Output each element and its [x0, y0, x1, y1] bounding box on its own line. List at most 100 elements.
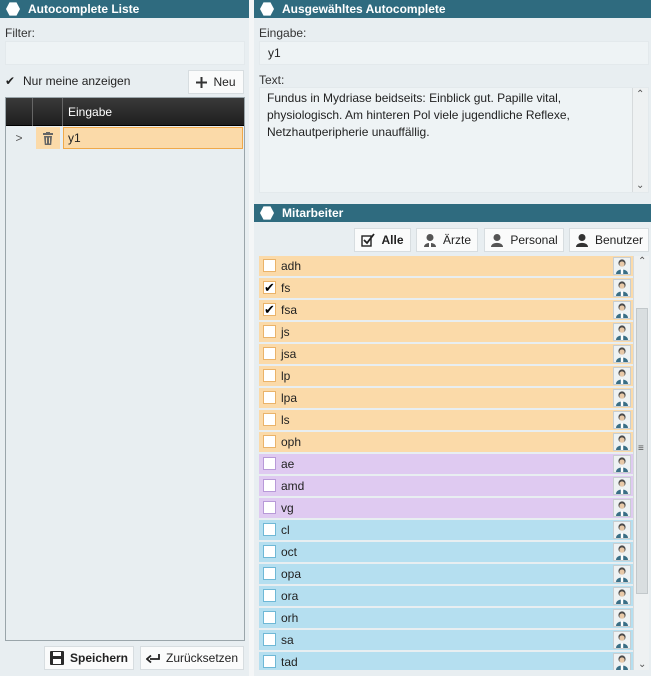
staff-checkbox[interactable]: ✔: [263, 303, 276, 316]
staff-checkbox[interactable]: [263, 479, 276, 492]
staff-avatar-icon: [613, 653, 631, 670]
filter-input[interactable]: [5, 41, 245, 65]
staff-name: adh: [281, 259, 302, 273]
staff-avatar-icon: [613, 301, 631, 319]
staff-checkbox[interactable]: [263, 325, 276, 338]
staff-checkbox[interactable]: [263, 611, 276, 624]
staff-row[interactable]: sa: [259, 630, 633, 650]
input-field[interactable]: y1: [259, 41, 649, 65]
staff-avatar-icon: [613, 389, 631, 407]
staff-row[interactable]: orh: [259, 608, 633, 628]
chevron-up-icon[interactable]: ⌃: [636, 89, 644, 100]
staff-checkbox[interactable]: [263, 259, 276, 272]
staff-row[interactable]: opa: [259, 564, 633, 584]
filter-doctors-label: Ärzte: [442, 233, 471, 247]
panel-divider[interactable]: [249, 0, 254, 676]
grid-column-eingabe[interactable]: Eingabe: [68, 105, 112, 119]
staff-list: adh ✔ fs ✔ fsa js jsa lp lpa ls oph ae amd vg cl oct opa…: [259, 256, 633, 670]
staff-row[interactable]: ls: [259, 410, 633, 430]
staff-checkbox[interactable]: [263, 589, 276, 602]
staff-avatar-icon: [613, 411, 631, 429]
filter-personnel-button[interactable]: Personal: [484, 228, 564, 252]
staff-row[interactable]: tad: [259, 652, 633, 670]
staff-row[interactable]: vg: [259, 498, 633, 518]
autocomplete-grid: Eingabe > y1: [5, 97, 245, 641]
only-mine-label: Nur meine anzeigen: [23, 74, 131, 88]
staff-checkbox[interactable]: [263, 413, 276, 426]
staff-row[interactable]: ✔ fsa: [259, 300, 633, 320]
staff-title: Mitarbeiter: [282, 206, 344, 220]
grid-header: Eingabe: [6, 98, 244, 126]
staff-row[interactable]: oct: [259, 542, 633, 562]
autocomplete-list-title: Autocomplete Liste: [28, 2, 140, 16]
filter-all-button[interactable]: Alle: [354, 228, 411, 252]
staff-avatar-icon: [613, 433, 631, 451]
staff-scrollbar[interactable]: ⌃ ≡ ⌄: [633, 256, 649, 670]
staff-avatar-icon: [613, 609, 631, 627]
staff-avatar-icon: [613, 323, 631, 341]
staff-name: ora: [281, 589, 299, 603]
staff-name: lp: [281, 369, 291, 383]
text-scrollbar[interactable]: ⌃ ⌄: [632, 88, 648, 192]
staff-row[interactable]: js: [259, 322, 633, 342]
delete-icon[interactable]: [36, 127, 60, 149]
staff-checkbox[interactable]: [263, 457, 276, 470]
table-row[interactable]: > y1: [6, 127, 244, 149]
staff-checkbox[interactable]: [263, 523, 276, 536]
staff-row[interactable]: ✔ fs: [259, 278, 633, 298]
staff-row[interactable]: ae: [259, 454, 633, 474]
staff-checkbox[interactable]: [263, 391, 276, 404]
filter-label: Filter:: [5, 26, 35, 40]
filter-users-button[interactable]: Benutzer: [569, 228, 649, 252]
reset-button-label: Zurücksetzen: [165, 651, 239, 665]
staff-row[interactable]: oph: [259, 432, 633, 452]
only-mine-checkbox[interactable]: ✔ Nur meine anzeigen: [5, 74, 130, 88]
staff-name: orh: [281, 611, 299, 625]
staff-name: ae: [281, 457, 295, 471]
reset-button[interactable]: Zurücksetzen: [140, 646, 244, 670]
staff-name: fsa: [281, 303, 298, 317]
staff-name: js: [281, 325, 290, 339]
text-area[interactable]: Fundus in Mydriase beidseits: Einblick g…: [259, 87, 649, 193]
staff-name: tad: [281, 655, 298, 669]
check-list-icon: [361, 233, 376, 247]
new-button[interactable]: Neu: [188, 70, 244, 94]
staff-avatar-icon: [613, 477, 631, 495]
staff-checkbox[interactable]: ✔: [263, 281, 276, 294]
staff-checkbox[interactable]: [263, 545, 276, 558]
scrollbar-thumb[interactable]: ≡: [636, 308, 648, 594]
undo-arrow-icon: [145, 652, 160, 664]
chevron-down-icon[interactable]: ⌄: [636, 180, 644, 191]
staff-row[interactable]: lp: [259, 366, 633, 386]
staff-name: amd: [281, 479, 305, 493]
staff-avatar-icon: [613, 257, 631, 275]
chevron-down-icon[interactable]: ⌄: [638, 659, 646, 670]
staff-row[interactable]: adh: [259, 256, 633, 276]
staff-checkbox[interactable]: [263, 655, 276, 668]
staff-avatar-icon: [613, 565, 631, 583]
staff-checkbox[interactable]: [263, 369, 276, 382]
staff-row[interactable]: jsa: [259, 344, 633, 364]
filter-doctors-button[interactable]: Ärzte: [416, 228, 478, 252]
staff-row[interactable]: ora: [259, 586, 633, 606]
staff-checkbox[interactable]: [263, 501, 276, 514]
staff-row[interactable]: amd: [259, 476, 633, 496]
save-button[interactable]: Speichern: [44, 646, 134, 670]
staff-row[interactable]: lpa: [259, 388, 633, 408]
staff-checkbox[interactable]: [263, 435, 276, 448]
row-expander[interactable]: >: [6, 127, 32, 149]
filter-users-label: Benutzer: [594, 233, 644, 247]
user-icon: [575, 233, 589, 247]
input-label: Eingabe:: [259, 26, 307, 40]
staff-checkbox[interactable]: [263, 347, 276, 360]
row-value[interactable]: y1: [63, 127, 243, 149]
staff-checkbox[interactable]: [263, 567, 276, 580]
doctor-icon: [423, 233, 437, 247]
chevron-up-icon[interactable]: ⌃: [638, 256, 646, 267]
hexagon-icon: [6, 2, 20, 16]
staff-checkbox[interactable]: [263, 633, 276, 646]
staff-avatar-icon: [613, 631, 631, 649]
staff-name: ls: [281, 413, 290, 427]
staff-row[interactable]: cl: [259, 520, 633, 540]
personnel-icon: [490, 233, 504, 247]
